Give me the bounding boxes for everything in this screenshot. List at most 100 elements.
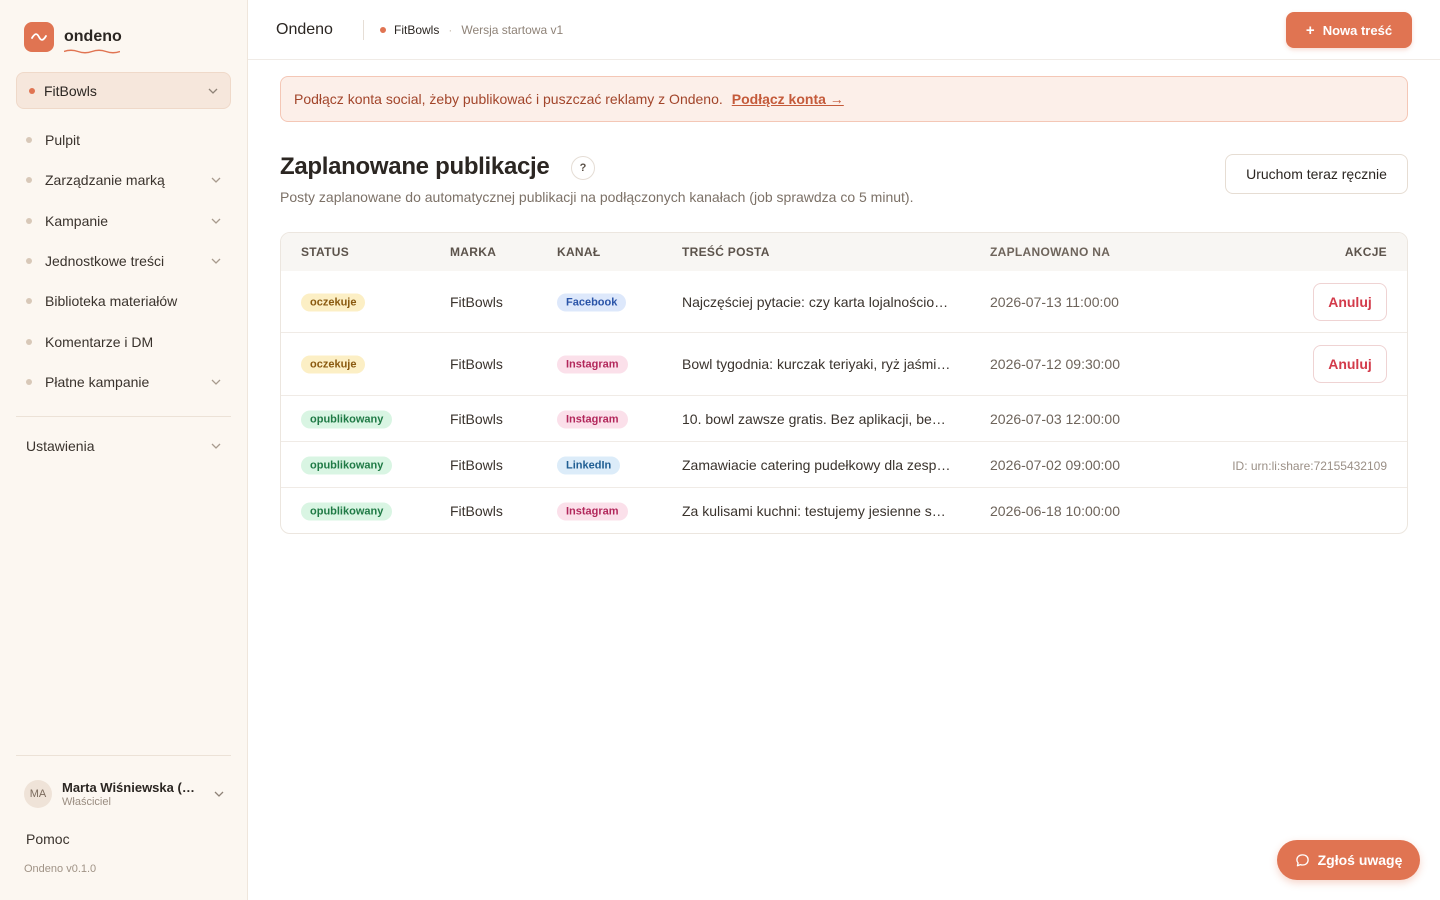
sidebar-item-label: Kampanie [45, 212, 109, 229]
breadcrumb: FitBowls · Wersja startowa v1 [380, 23, 563, 37]
cancel-button[interactable]: Anuluj [1313, 345, 1387, 383]
new-content-label: Nowa treść [1322, 22, 1393, 38]
help-icon[interactable]: ? [571, 156, 595, 180]
table-header: STATUS MARKA KANAŁ TREŚĆ POSTA ZAPLANOWA… [281, 233, 1407, 271]
breadcrumb-separator: · [448, 23, 453, 37]
channel-badge: Instagram [557, 502, 628, 521]
sidebar-item-settings[interactable]: Ustawienia [16, 426, 231, 466]
table-row: oczekuje FitBowls Facebook Najczęściej pyta… [281, 271, 1407, 333]
sidebar-item-0[interactable]: Pulpit [16, 120, 231, 160]
sidebar-item-label: Biblioteka materiałów [45, 293, 178, 310]
help-link[interactable]: Pomoc [26, 831, 70, 847]
run-manually-button[interactable]: Uruchom teraz ręcznie [1225, 154, 1408, 194]
actions-cell: Anuluj [1313, 282, 1387, 321]
chat-bubble-icon [1295, 853, 1309, 866]
feedback-button[interactable]: Zgłoś uwagę [1277, 840, 1420, 880]
table-row: opublikowany FitBowls Instagram Za kulisami… [281, 488, 1407, 533]
header-divider [363, 20, 364, 40]
scheduled-date-cell: 2026-07-12 09:30:00 [990, 356, 1120, 372]
brand-selector-label: FitBowls [44, 82, 97, 99]
logo[interactable]: ondeno [24, 22, 122, 54]
brand-dot-icon [29, 87, 35, 94]
feedback-label: Zgłoś uwagę [1317, 852, 1403, 868]
top-header: Ondeno FitBowls · Wersja startowa v1 + N… [248, 0, 1440, 60]
connect-accounts-link[interactable]: Podłącz konta → [732, 91, 844, 107]
status-badge: oczekuje [301, 355, 366, 374]
page-title: Zaplanowane publikacje [280, 153, 550, 180]
chevron-down-icon [211, 177, 221, 184]
sidebar-nav: Pulpit Zarządzanie marką Kampanie Jednostko… [16, 120, 231, 402]
nav-dot-icon [26, 298, 32, 305]
brand-dot-icon [380, 27, 386, 33]
brand-selector[interactable]: FitBowls [16, 72, 231, 109]
channel-badge: Facebook [557, 293, 627, 311]
brand-cell: FitBowls [450, 293, 503, 310]
post-content-cell[interactable]: Zamawiacie catering pudełkowy dla zespoł… [682, 457, 952, 473]
chevron-down-icon [211, 379, 221, 385]
app-name: Ondeno [276, 21, 333, 38]
cancel-button[interactable]: Anuluj [1313, 282, 1387, 321]
sidebar-item-label: Komentarze i DM [45, 333, 154, 350]
sidebar-item-label: Płatne kampanie [45, 373, 150, 390]
column-header-brand: MARKA [450, 245, 497, 259]
column-header-content: TREŚĆ POSTA [682, 245, 770, 259]
new-content-button[interactable]: + Nowa treść [1286, 12, 1412, 48]
post-content-cell[interactable]: Najczęściej pytacie: czy karta lojalnośc… [682, 294, 952, 310]
sidebar-item-3[interactable]: Jednostkowe treści [16, 241, 231, 281]
page-subtitle: Posty zaplanowane do automatycznej publi… [280, 189, 914, 205]
nav-dot-icon [26, 338, 32, 345]
brand-cell: FitBowls [450, 503, 503, 519]
channel-badge: Instagram [557, 410, 628, 428]
avatar: MA [24, 780, 52, 808]
post-content-cell[interactable]: 10. bowl zawsze gratis. Bez aplikacji, b… [682, 411, 952, 427]
sidebar-item-1[interactable]: Zarządzanie marką [16, 160, 231, 200]
status-badge: opublikowany [301, 456, 393, 474]
channel-badge: Instagram [557, 355, 628, 374]
logo-wave-icon [24, 22, 54, 52]
status-badge: opublikowany [301, 410, 393, 428]
user-menu[interactable]: MA Marta Wiśniewska (FitBowls) Właścicie… [24, 778, 224, 810]
breadcrumb-brand[interactable]: FitBowls [394, 23, 439, 37]
sidebar-item-6[interactable]: Płatne kampanie [16, 362, 231, 402]
user-info: Marta Wiśniewska (FitBowls) Właściciel [62, 780, 202, 808]
column-header-actions: AKCJE [1344, 245, 1387, 259]
user-name: Marta Wiśniewska (FitBowls) [62, 780, 202, 795]
sidebar-item-5[interactable]: Komentarze i DM [16, 321, 231, 361]
user-role: Właściciel [62, 796, 111, 808]
column-header-channel: KANAŁ [557, 245, 601, 259]
breadcrumb-version: Wersja startowa v1 [461, 23, 564, 37]
nav-dot-icon [26, 217, 32, 224]
sidebar-item-label: Jednostkowe treści [45, 253, 165, 270]
sidebar-item-2[interactable]: Kampanie [16, 201, 231, 241]
plus-icon: + [1305, 21, 1315, 39]
scheduled-date-cell: 2026-07-13 11:00:00 [990, 293, 1119, 310]
sidebar-divider [16, 416, 231, 417]
scheduled-date-cell: 2026-07-02 09:00:00 [990, 456, 1120, 473]
sidebar-item-4[interactable]: Biblioteka materiałów [16, 281, 231, 321]
table-row: opublikowany FitBowls Instagram 10. bowl za… [281, 396, 1407, 442]
logo-text: ondeno [64, 28, 122, 54]
channel-badge: LinkedIn [557, 456, 621, 474]
post-content-cell[interactable]: Za kulisami kuchni: testujemy jesienne s… [682, 503, 952, 519]
status-badge: oczekuje [301, 293, 366, 311]
sidebar-item-label: Ustawienia [26, 438, 95, 454]
scheduled-date-cell: 2026-06-18 10:00:00 [990, 503, 1120, 519]
actions-cell: ID: urn:li:share:72155432109 [1232, 457, 1387, 473]
table-row: opublikowany FitBowls LinkedIn Zamawiacie c… [281, 442, 1407, 488]
column-header-status: STATUS [301, 245, 350, 259]
chevron-down-icon [211, 258, 221, 264]
connect-accounts-alert: Podłącz konta social, żeby publikować i … [280, 76, 1408, 122]
post-content-cell[interactable]: Bowl tygodnia: kurczak teriyaki, ryż jaś… [682, 356, 952, 372]
nav-dot-icon [26, 378, 32, 385]
scheduled-date-cell: 2026-07-03 12:00:00 [990, 410, 1120, 427]
brand-cell: FitBowls [450, 410, 503, 427]
chevron-down-icon [208, 88, 218, 94]
post-id: ID: urn:li:share:72155432109 [1232, 458, 1387, 473]
sidebar: ondeno FitBowls Pulpit Zarządzanie marką K… [0, 0, 248, 900]
chevron-down-icon [211, 443, 221, 449]
sidebar-item-label: Zarządzanie marką [45, 172, 165, 189]
scheduled-posts-table: STATUS MARKA KANAŁ TREŚĆ POSTA ZAPLANOWA… [280, 232, 1408, 534]
chevron-down-icon [214, 791, 224, 797]
column-header-scheduled: ZAPLANOWANO NA [990, 245, 1111, 259]
chevron-down-icon [211, 218, 221, 224]
